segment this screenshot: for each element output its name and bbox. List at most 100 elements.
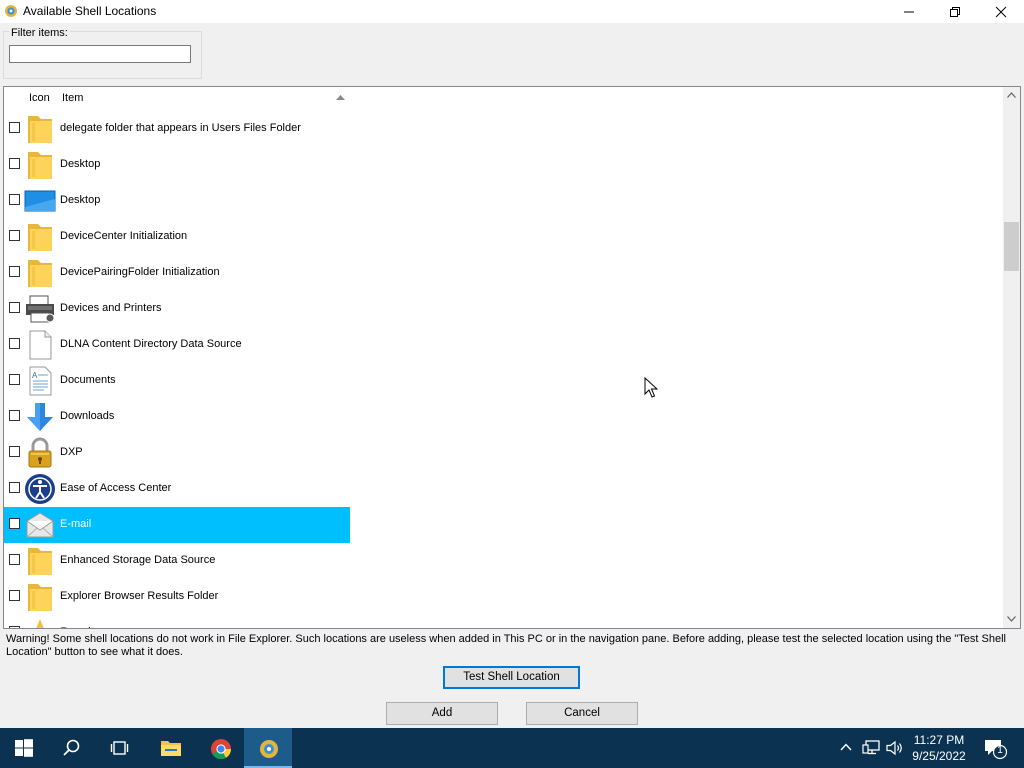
- title-bar: Available Shell Locations: [0, 0, 1024, 23]
- item-checkbox[interactable]: [9, 266, 20, 277]
- folder-icon: [28, 152, 52, 179]
- scroll-thumb[interactable]: [1004, 222, 1019, 271]
- close-button[interactable]: [978, 0, 1024, 23]
- svg-text:A: A: [32, 371, 38, 380]
- taskbar-file-explorer[interactable]: [146, 728, 194, 768]
- folder-icon: [28, 548, 52, 575]
- task-view-button[interactable]: [96, 728, 144, 768]
- documents-icon: A: [29, 366, 52, 396]
- item-checkbox[interactable]: [9, 230, 20, 241]
- item-checkbox[interactable]: [9, 194, 20, 205]
- scroll-up-button[interactable]: [1003, 87, 1020, 104]
- padlock-icon: [28, 437, 52, 468]
- scroll-down-button[interactable]: [1003, 611, 1020, 628]
- mouse-cursor-icon: [644, 377, 658, 398]
- list-item[interactable]: DeviceCenter Initialization: [4, 219, 350, 255]
- item-label: Documents: [60, 374, 116, 386]
- item-checkbox[interactable]: [9, 590, 20, 601]
- chevron-up-icon: [1007, 92, 1016, 98]
- list-item[interactable]: Favorites: [4, 615, 350, 628]
- start-icon: [15, 739, 33, 757]
- shell-locations-list[interactable]: Icon Item delegate folder that appears i…: [3, 86, 1021, 629]
- item-checkbox[interactable]: [9, 338, 20, 349]
- item-label: Favorites: [60, 626, 105, 628]
- item-label: DeviceCenter Initialization: [60, 230, 188, 242]
- taskbar-search-button[interactable]: [48, 728, 96, 768]
- tray-network[interactable]: [860, 728, 882, 768]
- taskbar-chrome[interactable]: [196, 728, 244, 768]
- vertical-scrollbar[interactable]: [1003, 87, 1020, 628]
- item-label: Enhanced Storage Data Source: [60, 554, 216, 566]
- list-item[interactable]: Desktop: [4, 147, 350, 183]
- restore-button[interactable]: [932, 0, 978, 23]
- action-center-button[interactable]: 1: [980, 728, 1010, 768]
- folder-icon: [28, 116, 52, 143]
- folder-icon: [28, 584, 52, 611]
- column-header-item[interactable]: Item: [62, 92, 83, 104]
- winaero-tweaker-icon: [260, 740, 278, 758]
- taskbar-winaero-tweaker[interactable]: [244, 728, 292, 768]
- item-label: E-mail: [60, 518, 92, 530]
- printer-icon: [26, 295, 55, 323]
- list-item[interactable]: Desktop: [4, 183, 350, 219]
- item-checkbox[interactable]: [9, 158, 20, 169]
- notification-count: 1: [997, 745, 1003, 756]
- chrome-icon: [211, 739, 232, 760]
- list-item[interactable]: A Documents: [4, 363, 350, 399]
- tray-overflow-button[interactable]: [836, 728, 858, 768]
- window-title: Available Shell Locations: [23, 4, 157, 18]
- list-item[interactable]: Ease of Access Center: [4, 471, 350, 507]
- taskbar-clock[interactable]: 11:27 PM 9/25/2022: [900, 732, 978, 764]
- star-icon: [36, 619, 44, 628]
- item-label: DXP: [60, 446, 83, 458]
- item-checkbox[interactable]: [9, 518, 20, 529]
- sort-ascending-icon: [336, 95, 345, 100]
- list-item[interactable]: Enhanced Storage Data Source: [4, 543, 350, 579]
- item-label: delegate folder that appears in Users Fi…: [60, 122, 301, 134]
- warning-text: Warning! Some shell locations do not wor…: [6, 633, 1006, 658]
- task-view-icon: [110, 741, 129, 755]
- item-checkbox[interactable]: [9, 554, 20, 565]
- filter-input[interactable]: [9, 45, 191, 63]
- ease-of-access-icon: [25, 474, 55, 504]
- close-icon: [995, 6, 1007, 18]
- minimize-icon: [904, 11, 914, 13]
- list-item[interactable]: DXP: [4, 435, 350, 471]
- taskbar: 11:27 PM 9/25/2022 1: [0, 728, 1024, 768]
- app-icon: [5, 5, 17, 17]
- item-checkbox[interactable]: [9, 410, 20, 421]
- desktop-icon: [24, 190, 56, 212]
- item-label: Desktop: [60, 158, 101, 170]
- list-header: Icon Item: [4, 87, 1004, 111]
- cancel-button[interactable]: Cancel: [526, 702, 638, 725]
- start-button[interactable]: [0, 728, 48, 768]
- list-item[interactable]: DLNA Content Directory Data Source: [4, 327, 350, 363]
- search-icon: [63, 739, 80, 756]
- test-shell-location-button[interactable]: Test Shell Location: [443, 666, 580, 689]
- list-item[interactable]: DevicePairingFolder Initialization: [4, 255, 350, 291]
- filter-label: Filter items:: [9, 27, 70, 39]
- chevron-up-icon: [840, 743, 852, 751]
- list-item[interactable]: delegate folder that appears in Users Fi…: [4, 111, 350, 147]
- column-header-icon[interactable]: Icon: [29, 92, 50, 104]
- list-item[interactable]: Downloads: [4, 399, 350, 435]
- item-label: Downloads: [60, 410, 115, 422]
- item-checkbox[interactable]: [9, 482, 20, 493]
- item-label: Desktop: [60, 194, 101, 206]
- item-checkbox[interactable]: [9, 446, 20, 457]
- folder-icon: [28, 224, 52, 251]
- item-checkbox[interactable]: [9, 302, 20, 313]
- item-label: Ease of Access Center: [60, 482, 172, 494]
- item-checkbox[interactable]: [9, 626, 20, 628]
- clock-time: 11:27 PM: [913, 733, 965, 747]
- minimize-button[interactable]: [886, 0, 932, 23]
- item-checkbox[interactable]: [9, 374, 20, 385]
- list-item[interactable]: Explorer Browser Results Folder: [4, 579, 350, 615]
- network-icon: [862, 740, 880, 755]
- add-button[interactable]: Add: [386, 702, 498, 725]
- item-checkbox[interactable]: [9, 122, 20, 133]
- list-item[interactable]: E-mail: [4, 507, 350, 543]
- list-item[interactable]: Devices and Printers: [4, 291, 350, 327]
- notification-icon: [985, 740, 1008, 760]
- download-arrow-icon: [27, 403, 53, 431]
